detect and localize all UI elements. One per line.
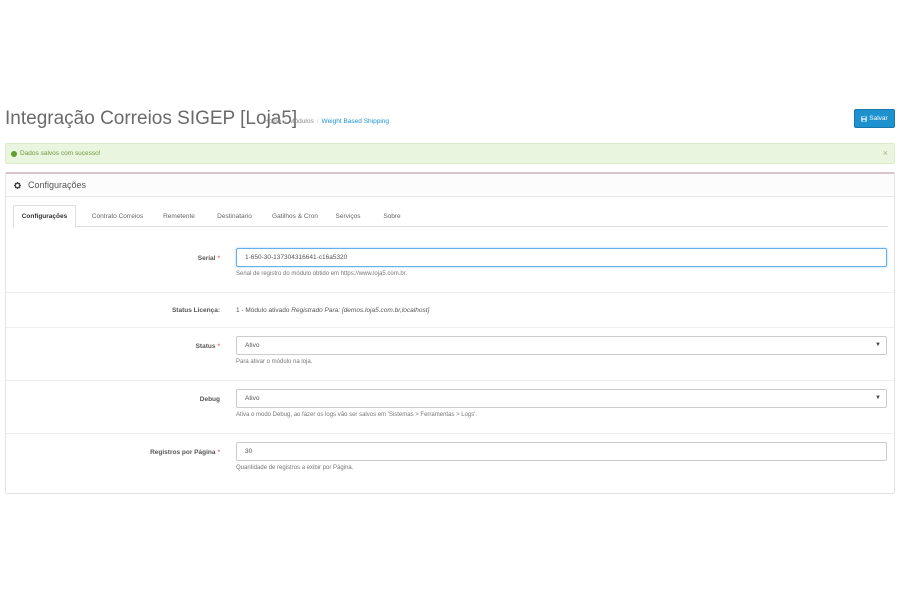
caret-down-icon: ▼ [875, 342, 881, 348]
settings-panel: Configurações Configurações Contrato Cor… [5, 172, 895, 494]
breadcrumb-home[interactable]: Home [264, 118, 281, 125]
serial-help: Serial de registro do módulo obtido em h… [236, 271, 408, 277]
per-page-help: Quantidade de registros a exibir por Pág… [236, 465, 354, 471]
tab-bar: Configurações Contrato Correios Remetent… [13, 205, 888, 228]
alert-close-button[interactable]: × [883, 149, 888, 158]
form-row-serial: Serial * 1-650-30-137304316641-c16a5320 S… [6, 237, 894, 293]
status-label: Status * [195, 343, 220, 350]
debug-select[interactable]: Ativo ▼ [236, 389, 887, 408]
serial-input[interactable]: 1-650-30-137304316641-c16a5320 [236, 248, 887, 267]
debug-help: Ativa o modo Debug, ao fazer os logs vão… [236, 412, 478, 418]
page-header: Integração Correios SIGEP [Loja5] Home / M… [0, 104, 900, 134]
form-row-debug: Debug Ativo ▼ Ativa o modo Debug, ao faze… [6, 381, 894, 434]
alert-message: Dados salvos com sucesso! [20, 150, 101, 157]
save-icon [861, 115, 867, 122]
tab-sobre[interactable]: Sobre [375, 205, 409, 227]
breadcrumb-current[interactable]: Weight Based Shipping [322, 118, 389, 125]
form-row-per-page: Registros por Página * 30 Quantidade de r… [6, 434, 894, 492]
debug-label: Debug [199, 396, 220, 403]
per-page-label: Registros por Página * [150, 449, 220, 456]
check-circle-icon [11, 150, 17, 157]
page-title: Integração Correios SIGEP [Loja5] [5, 108, 298, 129]
form-row-status: Status * Ativo ▼ Para ativar o módulo na l… [6, 328, 894, 381]
panel-title: Configurações [28, 180, 87, 190]
tab-contrato-correios[interactable]: Contrato Correios [85, 205, 150, 227]
breadcrumb: Home / Módulos / Weight Based Shipping [264, 118, 390, 125]
save-button[interactable]: Salvar [854, 109, 895, 128]
status-select[interactable]: Ativo ▼ [236, 336, 887, 355]
save-button-label: Salvar [869, 115, 888, 122]
gear-icon [14, 181, 21, 189]
tab-servicos[interactable]: Serviços [331, 205, 365, 227]
license-label: Status Licença: [171, 307, 220, 314]
caret-down-icon: ▼ [875, 395, 881, 401]
panel-heading: Configurações [6, 174, 894, 197]
status-help: Para ativar o módulo na loja. [236, 359, 313, 365]
success-alert: Dados salvos com sucesso! × [5, 143, 895, 164]
breadcrumb-modules[interactable]: Módulos [289, 118, 314, 125]
serial-label: Serial * [197, 255, 220, 262]
tab-destinatario[interactable]: Destinatario [210, 205, 259, 227]
form-row-license: Status Licença: 1 - Módulo ativado Regis… [6, 293, 894, 328]
tab-remetente[interactable]: Remetente [159, 205, 199, 227]
license-value: 1 - Módulo ativado Registrado Para: [dem… [236, 307, 430, 314]
tab-configuracoes[interactable]: Configurações [13, 205, 76, 228]
per-page-input[interactable]: 30 [236, 442, 887, 461]
tab-gatilhos-cron[interactable]: Gatilhos & Cron [269, 205, 321, 227]
